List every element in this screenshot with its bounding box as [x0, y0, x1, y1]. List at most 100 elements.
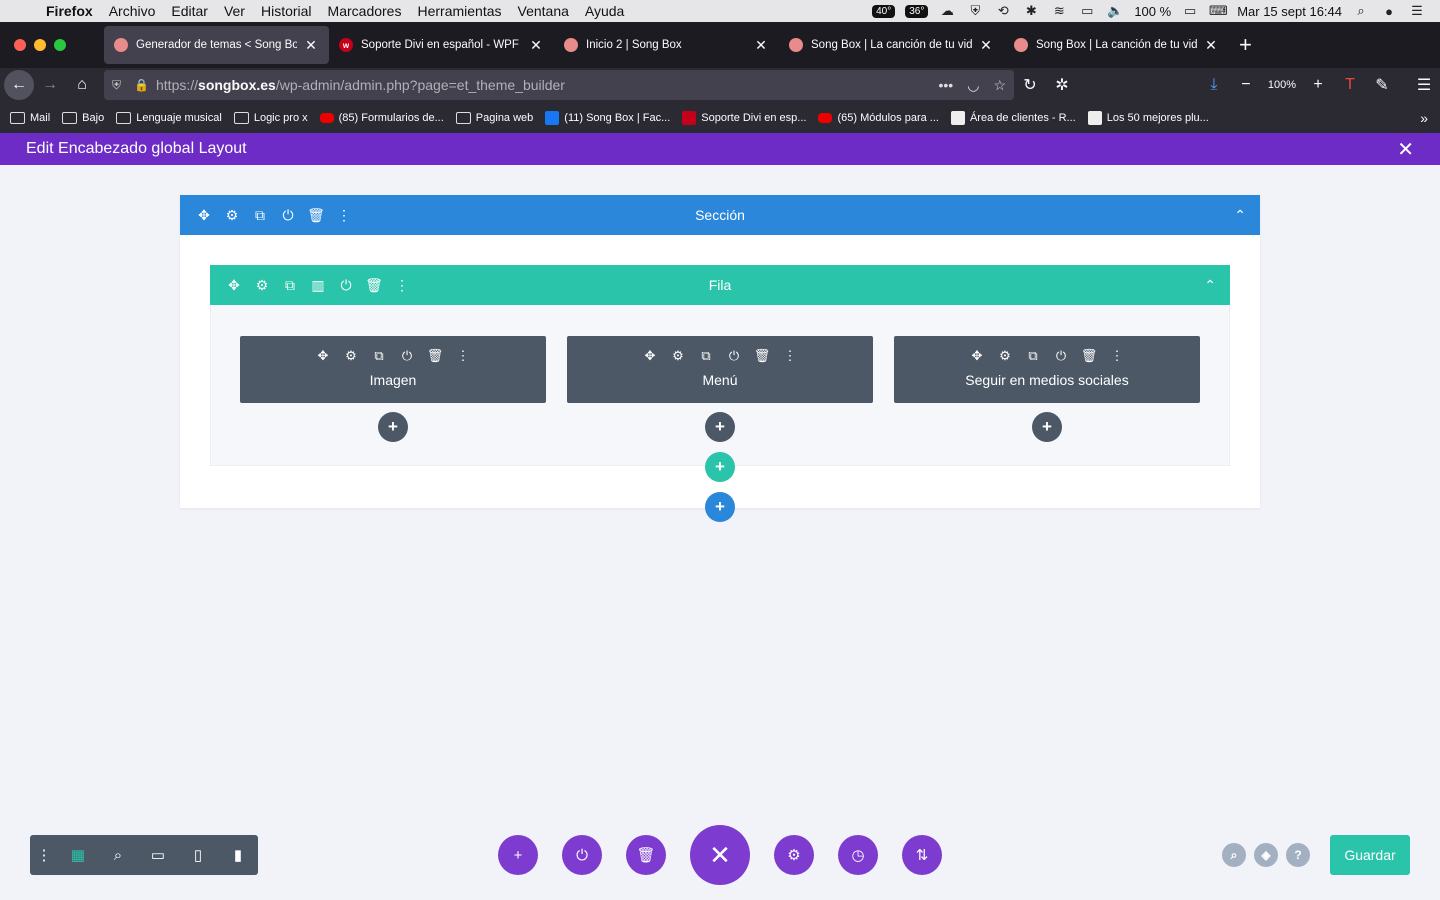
bookmark-50-mejores[interactable]: Los 50 mejores plu... — [1087, 110, 1209, 125]
bookmark-mail[interactable]: Mail — [10, 111, 50, 124]
tab-songbox-1[interactable]: Song Box | La canción de tu vid ✕ — [779, 26, 1004, 64]
bookmark-pagina-web[interactable]: Pagina web — [455, 111, 533, 124]
power-icon[interactable]: ⏻ — [393, 346, 421, 366]
bookmark-lenguaje-musical[interactable]: Lenguaje musical — [116, 111, 222, 124]
move-icon[interactable]: ✥ — [963, 346, 991, 366]
tab-inicio-2[interactable]: Inicio 2 | Song Box ✕ — [554, 26, 779, 64]
help-icon[interactable]: ? — [1286, 843, 1310, 867]
spotlight-search-icon[interactable]: ⌕ — [1352, 3, 1370, 18]
menu-ventana[interactable]: Ventana — [510, 3, 577, 19]
more-vertical-icon[interactable]: ⋮ — [330, 195, 358, 235]
add-module-button[interactable]: + — [1032, 412, 1062, 442]
forward-arrow-icon[interactable]: → — [34, 70, 66, 100]
section-header-bar[interactable]: ✥ ⚙ ⧉ ⏻ 🗑 ⋮ Sección ⌃ — [180, 195, 1260, 235]
minimize-window-button[interactable] — [34, 39, 46, 51]
gear-icon[interactable]: ⚙ — [664, 346, 692, 366]
gear-icon[interactable]: ⚙ — [337, 346, 365, 366]
menu-editar[interactable]: Editar — [163, 3, 216, 19]
close-tab-icon[interactable]: ✕ — [303, 37, 319, 54]
siri-icon[interactable]: ● — [1380, 4, 1398, 19]
menu-ayuda[interactable]: Ayuda — [577, 3, 632, 19]
trash-icon[interactable]: 🗑 — [748, 346, 776, 366]
portability-arrows-button[interactable]: ⇅ — [902, 835, 942, 875]
trash-icon[interactable]: 🗑 — [421, 346, 449, 366]
close-tab-icon[interactable]: ✕ — [528, 37, 544, 54]
move-icon[interactable]: ✥ — [309, 346, 337, 366]
menu-ver[interactable]: Ver — [216, 3, 253, 19]
close-tab-icon[interactable]: ✕ — [1203, 37, 1219, 54]
control-center-icon[interactable]: ☰ — [1408, 3, 1426, 18]
tab-soporte-divi[interactable]: w Soporte Divi en español - WPF ✕ — [329, 26, 554, 64]
pocket-icon[interactable]: ◡ — [967, 77, 979, 94]
zoom-window-button[interactable] — [54, 39, 66, 51]
move-icon[interactable]: ✥ — [190, 195, 218, 235]
module-menu[interactable]: ✥ ⚙ ⧉ ⏻ 🗑 ⋮ Menú — [567, 336, 873, 403]
menu-app-firefox[interactable]: Firefox — [44, 3, 101, 19]
page-actions-icon[interactable]: ••• — [939, 77, 954, 94]
close-window-button[interactable] — [14, 39, 26, 51]
zoom-view-icon[interactable]: ⌕ — [98, 835, 138, 875]
close-tab-icon[interactable]: ✕ — [753, 37, 769, 54]
add-module-button[interactable]: + — [705, 412, 735, 442]
layers-icon[interactable]: ◈ — [1254, 843, 1278, 867]
module-seguir-redes[interactable]: ✥ ⚙ ⧉ ⏻ 🗑 ⋮ Seguir en medios sociales — [894, 336, 1200, 403]
cloud-icon[interactable]: ☁ — [938, 3, 956, 18]
power-icon[interactable]: ⏻ — [1047, 346, 1075, 366]
duplicate-icon[interactable]: ⧉ — [246, 195, 274, 235]
bookmark-logic-pro-x[interactable]: Logic pro x — [233, 111, 308, 124]
hamburger-menu-icon[interactable]: ☰ — [1408, 70, 1440, 100]
more-bookmarks-chevron-icon[interactable]: » — [1420, 110, 1440, 126]
zoom-in-icon[interactable]: + — [1302, 70, 1334, 100]
module-imagen[interactable]: ✥ ⚙ ⧉ ⏻ 🗑 ⋮ Imagen — [240, 336, 546, 403]
duplicate-icon[interactable]: ⧉ — [692, 346, 720, 366]
keyboard-icon[interactable]: ⌨ — [1209, 3, 1228, 18]
tablet-view-icon[interactable]: ▯ — [178, 835, 218, 875]
bookmark-soporte-divi[interactable]: Soporte Divi en esp... — [682, 110, 806, 125]
power-icon[interactable]: ⏻ — [274, 195, 302, 235]
battery-percent[interactable]: 100 % — [1134, 4, 1171, 19]
menu-marcadores[interactable]: Marcadores — [320, 3, 410, 19]
tab-theme-builder[interactable]: Generador de temas < Song Bo ✕ — [104, 26, 329, 64]
phone-view-icon[interactable]: ▮ — [218, 835, 258, 875]
download-icon[interactable]: ⤓ — [1198, 70, 1230, 100]
page-settings-button[interactable]: ⚙ — [774, 835, 814, 875]
reload-icon[interactable]: ↻ — [1014, 70, 1046, 100]
extension-pencil-icon[interactable]: ✎ — [1366, 70, 1398, 100]
bluetooth-icon[interactable]: ✱ — [1022, 3, 1040, 18]
add-section-button[interactable]: + — [705, 492, 735, 522]
temp-cpu-badge[interactable]: 40° — [872, 4, 896, 18]
power-icon[interactable]: ⏻ — [332, 265, 360, 305]
bookmark-formularios[interactable]: (85) Formularios de... — [319, 112, 444, 124]
more-vertical-icon[interactable]: ⋮ — [388, 265, 416, 305]
wifi-icon[interactable]: ≋ — [1050, 3, 1068, 18]
more-vertical-icon[interactable]: ⋮ — [776, 346, 804, 366]
battery-icon[interactable]: ▭ — [1181, 3, 1199, 18]
zoom-level[interactable]: 100% — [1262, 79, 1302, 91]
duplicate-icon[interactable]: ⧉ — [1019, 346, 1047, 366]
clock[interactable]: Mar 15 sept 16:44 — [1237, 4, 1342, 19]
more-vertical-icon[interactable]: ⋮ — [30, 835, 58, 875]
move-icon[interactable]: ✥ — [220, 265, 248, 305]
bookmark-modulos[interactable]: (65) Módulos para ... — [818, 112, 939, 124]
power-icon[interactable]: ⏻ — [720, 346, 748, 366]
tracking-shield-icon[interactable]: ⛨ — [112, 78, 134, 93]
url-bar[interactable]: ⛨ 🔒 https://songbox.es/wp-admin/admin.ph… — [104, 70, 1014, 100]
bookmark-songbox-facebook[interactable]: (11) Song Box | Fac... — [545, 110, 670, 125]
columns-icon[interactable]: ▥ — [304, 265, 332, 305]
chevron-up-icon[interactable]: ⌃ — [1204, 265, 1216, 305]
shield-icon[interactable]: ⛨ — [966, 3, 984, 18]
gear-icon[interactable]: ⚙ — [248, 265, 276, 305]
menu-historial[interactable]: Historial — [253, 3, 320, 19]
clear-layout-button[interactable]: 🗑 — [626, 835, 666, 875]
chevron-up-icon[interactable]: ⌃ — [1234, 195, 1246, 235]
gear-icon[interactable]: ⚙ — [991, 346, 1019, 366]
home-icon[interactable]: ⌂ — [66, 70, 98, 100]
search-icon[interactable]: ⌕ — [1222, 843, 1246, 867]
extension-t-icon[interactable]: T — [1334, 70, 1366, 100]
tab-songbox-2[interactable]: Song Box | La canción de tu vid ✕ — [1004, 26, 1229, 64]
extension-gear-icon[interactable]: ✲ — [1046, 70, 1078, 100]
bookmark-bajo[interactable]: Bajo — [62, 111, 104, 124]
gear-icon[interactable]: ⚙ — [218, 195, 246, 235]
bookmark-area-clientes[interactable]: Área de clientes - R... — [950, 110, 1076, 125]
menu-archivo[interactable]: Archivo — [101, 3, 164, 19]
